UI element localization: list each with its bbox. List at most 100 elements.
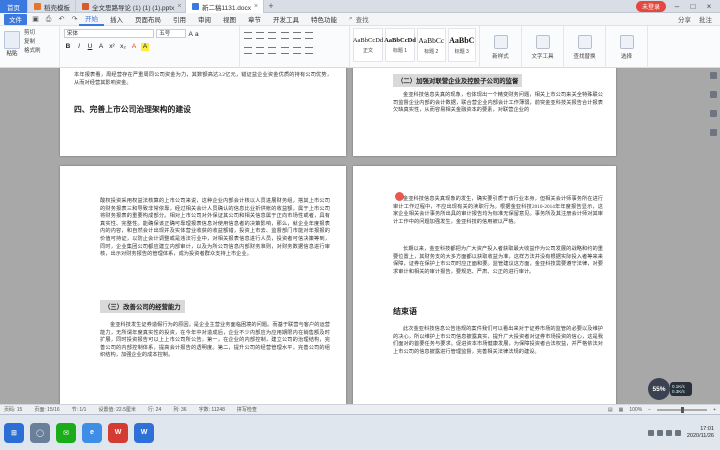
increase-indent-icon[interactable]: [280, 32, 289, 39]
search-icon[interactable]: ◯: [30, 422, 50, 443]
copy-button[interactable]: 复制: [24, 38, 41, 47]
line-spacing-icon[interactable]: [292, 47, 301, 54]
subscript-button[interactable]: x₂: [119, 43, 127, 51]
status-position: 设置值: 22.5厘米: [98, 407, 136, 413]
numbering-icon[interactable]: [256, 32, 265, 39]
wps-writer-icon[interactable]: W: [134, 422, 154, 443]
side-tool-icon[interactable]: [709, 72, 717, 79]
status-wordcount[interactable]: 字数: 11248: [199, 406, 225, 413]
find-replace-tool[interactable]: 查找替换: [564, 26, 606, 68]
tab-pptx[interactable]: 全文思路导论 (1) (1) (1).pptx ×: [76, 0, 186, 13]
justify-icon[interactable]: [280, 47, 289, 54]
menu-section[interactable]: 章节: [242, 13, 267, 26]
share-button[interactable]: 分享: [678, 14, 691, 24]
align-center-icon[interactable]: [256, 47, 265, 54]
side-tool-icon[interactable]: [709, 129, 717, 136]
menu-developer[interactable]: 开发工具: [267, 13, 305, 26]
bullets-icon[interactable]: [244, 32, 252, 39]
style-heading-1[interactable]: AaBbCcDd 标题 1: [384, 28, 416, 62]
view-mode-icon[interactable]: ▤: [608, 407, 613, 413]
redo-icon[interactable]: ↷: [70, 15, 79, 24]
tray-icon[interactable]: [656, 429, 663, 436]
style-heading-2[interactable]: AaBbCc 标题 2: [417, 28, 446, 62]
print-icon[interactable]: ⎙: [44, 15, 53, 24]
chat-icon[interactable]: ✉: [56, 422, 76, 443]
page-4[interactable]: 金亚科技信息失真现象的发生，确实要引质于该行业本身，但相关会计师事务所在进行审计…: [353, 166, 616, 404]
comment-button[interactable]: 批注: [699, 14, 712, 24]
tab-docx[interactable]: 新二稿1131.docx ×: [186, 0, 264, 13]
status-spellcheck[interactable]: 拼写检查: [237, 406, 257, 413]
tray-icon[interactable]: [674, 429, 681, 436]
file-menu-button[interactable]: 文件: [4, 13, 27, 25]
font-name-select[interactable]: 宋体: [64, 29, 154, 38]
minimize-icon[interactable]: –: [672, 2, 682, 11]
superscript-button[interactable]: x²: [108, 43, 116, 51]
underline-button[interactable]: U: [86, 43, 94, 51]
menu-search[interactable]: ⌕ 查找: [349, 14, 369, 24]
font-color-button[interactable]: A: [130, 43, 138, 51]
close-icon[interactable]: ×: [254, 3, 258, 10]
zoom-slider[interactable]: [657, 406, 708, 413]
borders-icon[interactable]: [305, 47, 314, 54]
format-painter-button[interactable]: 格式刷: [24, 47, 41, 56]
menu-review[interactable]: 审阅: [192, 13, 217, 26]
align-left-icon[interactable]: [244, 47, 252, 54]
status-pages: 页面: 15/16: [34, 407, 60, 413]
start-icon[interactable]: ⊞: [4, 422, 24, 443]
conclusion-heading: 结束语: [393, 307, 417, 316]
maximize-icon[interactable]: □: [688, 2, 698, 11]
close-icon[interactable]: ×: [177, 3, 181, 10]
font-size-select[interactable]: 五号: [156, 29, 187, 38]
new-tab-button[interactable]: +: [264, 0, 278, 12]
login-button[interactable]: 未登录: [635, 0, 666, 12]
side-tool-icon[interactable]: [709, 110, 717, 117]
style-heading-3[interactable]: AaBbC 标题 3: [447, 28, 476, 62]
text-tool[interactable]: 文字工具: [522, 26, 564, 68]
speed-badge[interactable]: 55%: [648, 378, 670, 400]
web-view-icon[interactable]: ▦: [619, 407, 624, 413]
close-window-icon[interactable]: ×: [704, 2, 714, 11]
cut-button[interactable]: 剪切: [24, 29, 41, 38]
zoom-out-icon[interactable]: −: [648, 407, 651, 413]
tab-docer-label: 稻壳模板: [44, 4, 70, 12]
style-normal[interactable]: AaBbCcDd 正文: [353, 28, 383, 62]
document-canvas[interactable]: 本年报表看，周经营存在严重周同公司资金为力，其数额高达3.2亿元，错证益企业资金…: [0, 68, 720, 404]
page-3[interactable]: 酸权投资采用权益法核算的上市公司来说，这种企业内部会计核以人员进展财务组，搭其上…: [60, 166, 346, 404]
tab-home[interactable]: 首页: [0, 0, 28, 13]
select-tool[interactable]: 选择: [606, 26, 648, 68]
clock[interactable]: 17:01 2020/11/26: [687, 426, 714, 440]
decrease-indent-icon[interactable]: [268, 32, 277, 39]
menu-insert[interactable]: 插入: [104, 13, 129, 26]
shrink-font-icon[interactable]: a: [195, 31, 199, 38]
italic-button[interactable]: I: [75, 43, 83, 51]
menu-layout[interactable]: 页面布局: [129, 13, 167, 26]
menu-view[interactable]: 视图: [217, 13, 242, 26]
find-replace-icon: [577, 34, 592, 49]
browser-icon[interactable]: e: [82, 422, 102, 443]
page-2[interactable]: （二）加强对联营企业及控股子公司的监督 金亚科技信息失真的现象，也体现出一个精变…: [353, 68, 616, 156]
new-style-tool[interactable]: 新样式: [480, 26, 522, 68]
status-page[interactable]: 页码: 15: [4, 406, 22, 413]
save-icon[interactable]: ▣: [31, 15, 40, 24]
sort-icon[interactable]: [292, 32, 301, 39]
tab-docer[interactable]: 稻壳模板: [28, 0, 76, 13]
zoom-level[interactable]: 100%: [629, 407, 642, 413]
wps-icon[interactable]: W: [108, 422, 128, 443]
menu-home[interactable]: 开始: [79, 13, 104, 26]
paste-button[interactable]: 粘贴: [4, 29, 20, 57]
zoom-slider-thumb[interactable]: [681, 406, 685, 413]
show-marks-icon[interactable]: [305, 32, 314, 39]
page-1[interactable]: 本年报表看，周经营存在严重周同公司资金为力，其数额高达3.2亿元，错证益企业资金…: [60, 68, 346, 156]
grow-font-icon[interactable]: A: [188, 31, 192, 38]
highlight-button[interactable]: A: [141, 43, 149, 51]
tray-icon[interactable]: [665, 429, 672, 436]
side-tool-icon[interactable]: [709, 91, 717, 98]
zoom-in-icon[interactable]: +: [713, 407, 716, 413]
align-right-icon[interactable]: [268, 47, 277, 54]
tray-icon[interactable]: [647, 429, 654, 436]
strikethrough-button[interactable]: A: [97, 43, 105, 51]
menu-references[interactable]: 引用: [167, 13, 192, 26]
bold-button[interactable]: B: [64, 43, 72, 51]
undo-icon[interactable]: ↶: [57, 15, 66, 24]
menu-features[interactable]: 特色功能: [305, 13, 343, 26]
